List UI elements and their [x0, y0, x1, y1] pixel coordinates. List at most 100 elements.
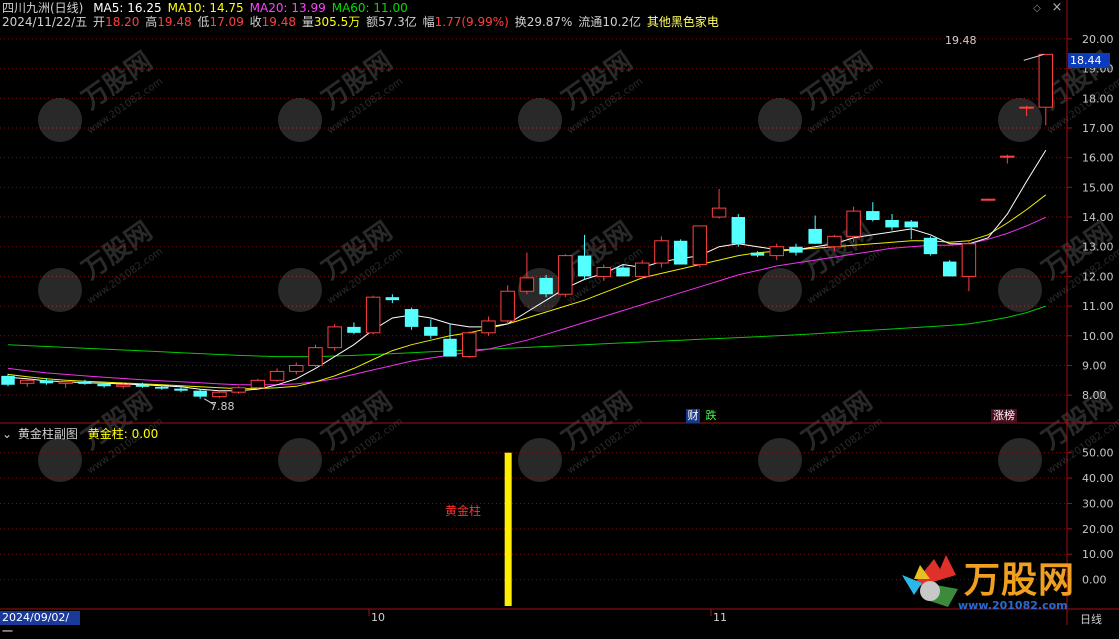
chart-canvas[interactable]: 万股网www.201082.com 万股网www.201082.com 万股网www…: [0, 0, 1119, 625]
price-tick-label: 16.00: [1082, 152, 1114, 165]
candle-body-down: [539, 277, 553, 295]
sub-tick-label: 50.00: [1082, 447, 1114, 460]
watermark-tile: 万股网www.201082.com: [518, 386, 645, 482]
candle-body-down: [97, 383, 111, 387]
watermark-mark: [278, 438, 322, 482]
watermark-mark: [998, 98, 1042, 142]
watermark-tile: 万股网www.201082.com: [518, 46, 645, 142]
watermark-mark: [518, 98, 562, 142]
candle-body-up: [692, 225, 708, 266]
candle-body-down: [789, 246, 803, 253]
candle-body-down: [808, 228, 822, 244]
price-tick-label: 8.00: [1082, 389, 1107, 402]
candle-body-down: [347, 326, 361, 333]
watermark-mark: [998, 438, 1042, 482]
candle-body-down: [904, 221, 918, 228]
candle-body-down: [39, 380, 54, 384]
candle-body-up: [500, 290, 515, 322]
price-tick-label: 17.00: [1082, 122, 1114, 135]
month-tick-11: 11: [713, 611, 727, 624]
candle-body-up: [846, 210, 861, 237]
sub-tick-label: 20.00: [1082, 523, 1114, 536]
date-axis: [368, 609, 712, 616]
candle-body-up: [116, 384, 131, 387]
current-price-tag: 18.44: [1068, 53, 1110, 68]
candle-body-up: [1038, 53, 1054, 108]
candle-body-up: [481, 320, 496, 334]
candle-body-down: [885, 220, 899, 228]
stock-chart-app: 四川九洲(日线) MA5: 16.25 MA10: 14.75 MA20: 13.9…: [0, 0, 1119, 638]
watermark-tile: 万股网www.201082.com: [758, 386, 885, 482]
candle-body-up: [212, 391, 227, 398]
candle-body-up: [327, 326, 342, 349]
candle-body-up: [596, 267, 611, 277]
watermark-mark: [758, 268, 802, 312]
finance-marker[interactable]: 财: [686, 409, 700, 423]
price-tick-label: 20.00: [1082, 33, 1114, 46]
price-tick-label: 10.00: [1082, 330, 1114, 343]
candle-body-down: [673, 240, 688, 265]
gold-bar: [504, 452, 512, 606]
candle-body-up: [558, 255, 573, 295]
candle-body-down: [385, 297, 400, 301]
candle-body-down: [443, 338, 457, 357]
candle-body-down: [942, 261, 957, 277]
candle-body-down: [155, 386, 169, 389]
candle-body-up: [289, 364, 304, 372]
watermark-tile: 万股网www.201082.com: [758, 46, 885, 142]
sub-tick-label: 40.00: [1082, 472, 1114, 485]
candle-body-up: [269, 370, 285, 381]
watermark-mark: [758, 98, 802, 142]
watermark-mark: [998, 268, 1042, 312]
candle-body-up: [769, 246, 784, 257]
watermark-tile: 万股网www.201082.com: [998, 216, 1119, 312]
candle-body-down: [404, 309, 419, 327]
watermark-tile: 万股网www.201082.com: [278, 46, 405, 142]
candle-body-down: [174, 388, 188, 391]
brand-url: www.201082.com: [958, 599, 1068, 612]
watermark-mark: [38, 98, 82, 142]
watermark-mark: [518, 438, 562, 482]
candle-body-up: [654, 240, 669, 264]
gold-bar-indicator: 黄金柱: 0.00: [87, 427, 159, 441]
watermark-mark: [38, 268, 82, 312]
limit-up-marker[interactable]: 涨榜: [991, 409, 1017, 423]
candle-body-down: [424, 326, 438, 336]
candle-body-up: [308, 347, 323, 366]
candle-body-down: [731, 217, 746, 244]
candle-body-down: [577, 255, 592, 277]
candle-body-up: [827, 235, 842, 248]
watermark-mark: [278, 98, 322, 142]
candle-body-up: [711, 207, 727, 218]
watermark-tile: 万股网www.201082.com: [278, 386, 405, 482]
candle-body-up: [231, 387, 246, 393]
price-grid: [0, 38, 1067, 396]
price-tick-label: 14.00: [1082, 211, 1114, 224]
drop-marker[interactable]: 跌: [704, 409, 718, 423]
price-tick-label: 15.00: [1082, 181, 1114, 194]
brand-logo: 万股网 www.201082.com: [900, 545, 1100, 615]
start-date-label: 2024/09/02/一: [0, 611, 80, 638]
price-tick-label: 9.00: [1082, 359, 1107, 372]
sub-tick-label: 30.00: [1082, 497, 1114, 510]
high-note: 19.48: [945, 34, 977, 47]
candle-body-up: [462, 332, 477, 358]
month-tick-10: 10: [371, 611, 385, 624]
candle-body-up: [980, 198, 996, 201]
watermark-tile: 万股网www.201082.com: [38, 216, 165, 312]
price-tick-label: 12.00: [1082, 270, 1114, 283]
gold-bar-label: 黄金柱: [445, 504, 482, 518]
candle-body-up: [58, 381, 73, 384]
candle-body-up: [961, 243, 977, 277]
candle-body-down: [135, 384, 150, 387]
candle-body-down: [193, 390, 207, 397]
candle-body-up: [1000, 155, 1015, 158]
watermark-mark: [278, 268, 322, 312]
price-tick-label: 11.00: [1082, 300, 1114, 313]
candle-body-up: [1019, 106, 1034, 109]
low-note: 7.88: [210, 400, 235, 413]
sub-chart-toggle-icon[interactable]: ⌄: [2, 427, 12, 441]
price-tick-label: 18.00: [1082, 92, 1114, 105]
sub-chart-title[interactable]: 黄金柱副图: [18, 427, 78, 441]
candle-body-down: [616, 267, 630, 277]
